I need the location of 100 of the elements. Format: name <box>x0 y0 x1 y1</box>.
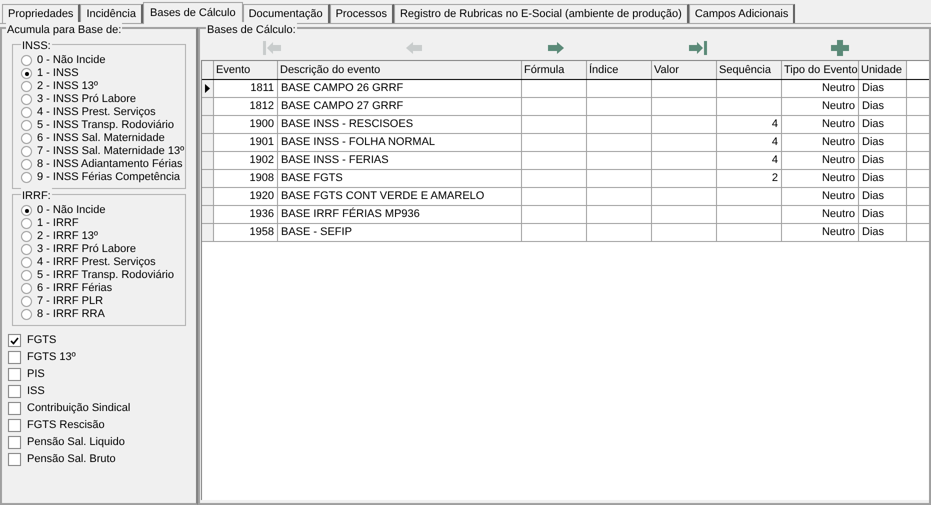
radio-button[interactable] <box>21 68 32 79</box>
radio-label: 2 - IRRF 13º <box>37 230 98 243</box>
column-header[interactable]: Tipo do Evento <box>782 61 859 79</box>
tab[interactable]: Registro de Rubricas no E-Social (ambiente de produção) <box>394 4 689 23</box>
radio-label: 7 - IRRF PLR <box>37 295 104 308</box>
table-cell-text: 4 <box>772 117 778 132</box>
table-cell-text: Dias <box>862 153 884 168</box>
tab[interactable]: Propriedades <box>2 4 80 23</box>
tab[interactable]: Incidência <box>80 4 143 23</box>
table-cell-text: Neutro <box>822 117 855 132</box>
column-header[interactable]: Índice <box>587 61 652 79</box>
radio-label: 8 - IRRF RRA <box>37 308 105 321</box>
column-header[interactable]: Valor <box>652 61 717 79</box>
table-cell-text: Dias <box>862 171 884 186</box>
radio-button[interactable] <box>21 94 32 105</box>
table-cell-text: Dias <box>862 225 884 240</box>
plus-icon[interactable] <box>829 39 851 57</box>
table-cell-text: Neutro <box>822 81 855 96</box>
radio-button[interactable] <box>21 81 32 92</box>
table-cell-text: BASE IRRF FÉRIAS MP936 <box>281 206 420 222</box>
table-cell-text: BASE INSS - RESCISOES <box>281 117 414 132</box>
table-cell-text: Neutro <box>822 135 855 150</box>
checkbox-label: Pensão Sal. Bruto <box>27 452 116 468</box>
table-cell-text: BASE INSS - FERIAS <box>281 153 389 168</box>
radio-button[interactable] <box>21 146 32 157</box>
tab[interactable]: Documentação <box>242 4 330 23</box>
table-cell-text: Dias <box>862 117 884 132</box>
table-cell-text: Dias <box>862 189 884 204</box>
tab[interactable]: Processos <box>330 4 394 23</box>
table-cell-text: 2 <box>772 171 778 186</box>
radio-label: 4 - INSS Prest. Serviços <box>37 106 156 119</box>
table-cell-text: BASE CAMPO 27 GRRF <box>281 99 404 114</box>
radio-label: 8 - INSS Adiantamento Férias <box>37 158 183 171</box>
last-record-icon[interactable] <box>687 39 709 57</box>
radio-button[interactable] <box>21 55 32 66</box>
table-cell-text: 1908 <box>250 171 274 186</box>
table-cell-text: 1901 <box>250 135 274 150</box>
table-cell-text: 4 <box>772 135 778 150</box>
checkbox-label: ISS <box>27 384 45 400</box>
table-cell-text: Dias <box>862 81 884 96</box>
column-header[interactable]: Evento <box>214 61 278 79</box>
radio-button[interactable] <box>21 133 32 144</box>
table-cell-text: 1902 <box>250 153 274 168</box>
table-cell-text: 1958 <box>250 225 274 240</box>
radio-button[interactable] <box>21 205 32 216</box>
table-cell-text: 4 <box>772 153 778 168</box>
radio-button[interactable] <box>21 218 32 229</box>
checkbox[interactable] <box>8 334 21 347</box>
table-cell-text: Neutro <box>822 207 855 222</box>
table-cell-text: Neutro <box>822 99 855 114</box>
column-header[interactable]: Unidade <box>859 61 907 79</box>
radio-label: 9 - INSS Férias Competência <box>37 171 180 184</box>
checkbox[interactable] <box>8 436 21 449</box>
column-header[interactable]: Fórmula <box>522 61 587 79</box>
table-cell-text: 1900 <box>250 117 274 132</box>
radio-label: 2 - INSS 13º <box>37 80 98 93</box>
checkbox-label: Contribuição Sindical <box>27 401 130 416</box>
table-cell-text: BASE FGTS <box>281 171 343 186</box>
checkbox[interactable] <box>8 351 21 364</box>
column-header[interactable]: Descrição do evento <box>278 61 522 79</box>
radio-button[interactable] <box>21 172 32 183</box>
table-cell-text: Dias <box>862 99 884 114</box>
radio-label: 5 - IRRF Transp. Rodoviário <box>37 269 174 282</box>
checkbox-label: Pensão Sal. Liquido <box>27 435 125 450</box>
checkbox-label: FGTS 13º <box>27 350 76 366</box>
radio-label: 4 - IRRF Prest. Serviços <box>37 256 156 269</box>
table-cell-text: Neutro <box>822 225 855 240</box>
table-cell-text: 1811 <box>250 81 274 96</box>
radio-button[interactable] <box>21 159 32 170</box>
radio-label: 0 - Não Incide <box>37 204 106 217</box>
radio-label: 3 - INSS Pró Labore <box>37 93 136 106</box>
radio-button[interactable] <box>21 283 32 294</box>
radio-button[interactable] <box>21 120 32 131</box>
radio-button[interactable] <box>21 296 32 307</box>
radio-label: 7 - INSS Sal. Maternidade 13º <box>37 145 184 158</box>
tab[interactable]: Campos Adicionais <box>688 4 796 23</box>
checkbox[interactable] <box>8 402 21 415</box>
table-cell-text: Neutro <box>822 171 855 186</box>
radio-button[interactable] <box>21 231 32 242</box>
tab[interactable]: Bases de Cálculo <box>142 2 243 24</box>
radio-label: 1 - INSS <box>37 67 79 80</box>
radio-button[interactable] <box>21 107 32 118</box>
table-cell-text: BASE INSS - FOLHA NORMAL <box>281 135 436 150</box>
column-header[interactable]: Sequência <box>717 61 782 79</box>
radio-label: 3 - IRRF Pró Labore <box>37 243 136 256</box>
checkbox[interactable] <box>8 368 21 381</box>
radio-label: 5 - INSS Transp. Rodoviário <box>37 119 174 132</box>
panel-title: Acumula para Base de: <box>6 22 122 38</box>
checkbox[interactable] <box>8 419 21 432</box>
checkbox[interactable] <box>8 385 21 398</box>
table-cell-text: Neutro <box>822 189 855 204</box>
table-cell-text: Neutro <box>822 153 855 168</box>
radio-button[interactable] <box>21 244 32 255</box>
checkbox-label: FGTS Rescisão <box>27 418 105 434</box>
radio-label: 6 - INSS Sal. Maternidade <box>37 132 165 145</box>
radio-button[interactable] <box>21 257 32 268</box>
radio-button[interactable] <box>21 309 32 320</box>
radio-label: 6 - IRRF Férias <box>37 282 112 295</box>
checkbox[interactable] <box>8 453 21 466</box>
radio-button[interactable] <box>21 270 32 281</box>
